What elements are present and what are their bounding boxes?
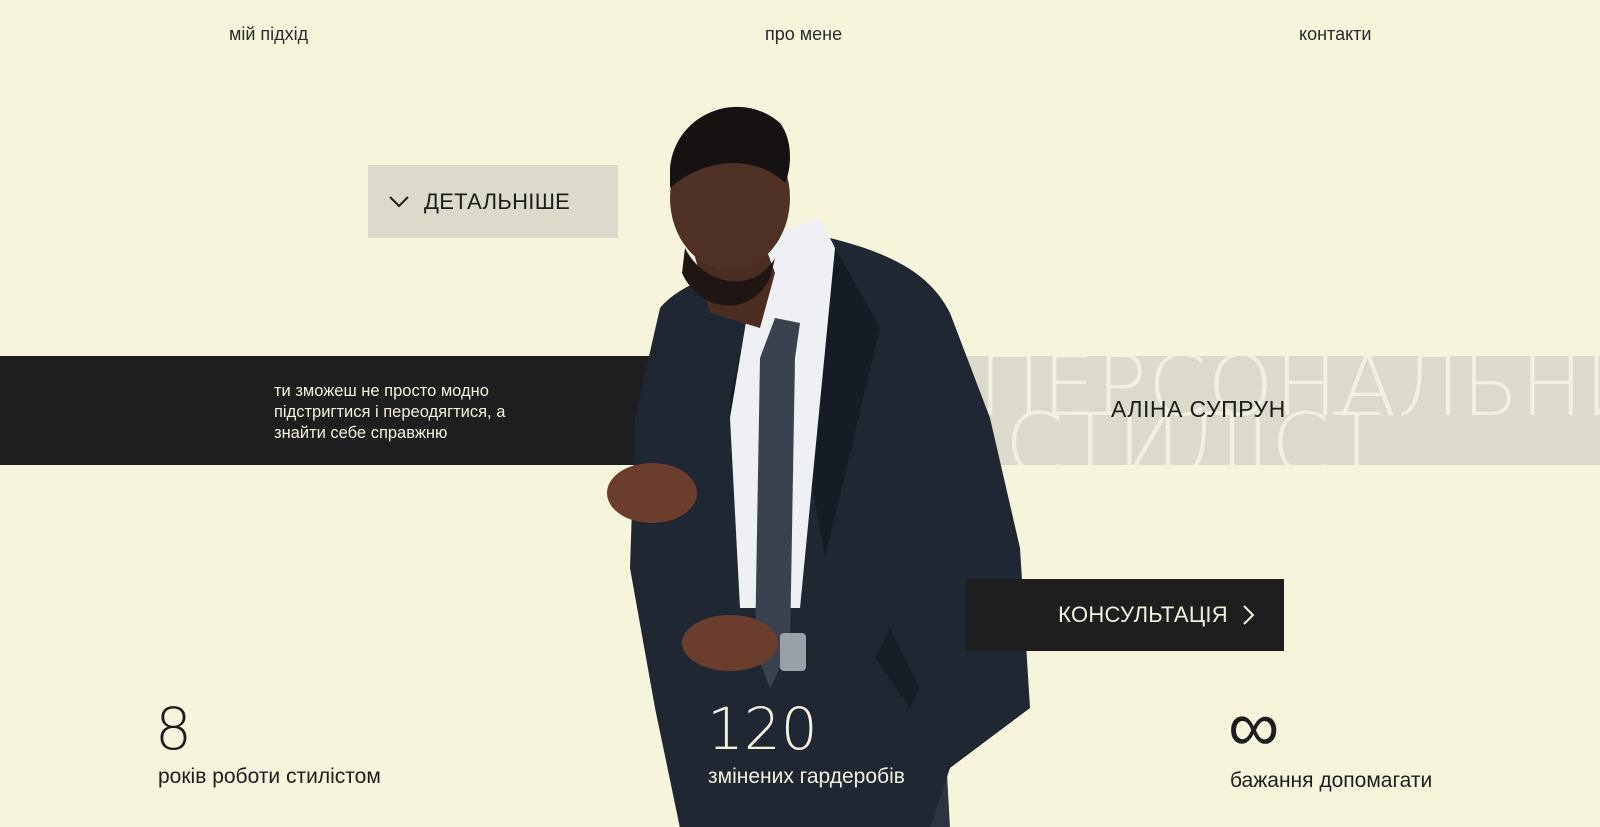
stylist-photo xyxy=(607,106,1030,827)
stat-years-label: років роботи стилістом xyxy=(158,765,381,788)
nav-link-about[interactable]: про мене xyxy=(765,24,842,45)
stat-wardrobes-value: 120 xyxy=(707,695,818,763)
chevron-down-icon xyxy=(389,195,409,207)
details-button[interactable]: ДЕТАЛЬНІШЕ xyxy=(368,165,618,238)
nav-link-approach[interactable]: мій підхід xyxy=(229,24,308,45)
consultation-button-label: КОНСУЛЬТАЦІЯ xyxy=(1058,602,1228,627)
stat-wardrobes-label: змінених гардеробів xyxy=(708,765,905,788)
stat-infinity-label: бажання допомагати xyxy=(1230,769,1433,792)
stat-years-value: 8 xyxy=(155,695,192,763)
nav-link-contacts[interactable]: контакти xyxy=(1299,24,1371,45)
stat-infinity-value: ∞ xyxy=(1228,684,1280,768)
consultation-button[interactable]: КОНСУЛЬТАЦІЯ xyxy=(966,579,1284,651)
tagline-text: ти зможеш не просто модно підстригтися і… xyxy=(274,382,506,442)
chevron-right-icon xyxy=(1243,605,1255,625)
stylist-name: АЛІНА СУПРУН xyxy=(1111,396,1286,422)
details-button-label: ДЕТАЛЬНІШЕ xyxy=(424,188,571,214)
